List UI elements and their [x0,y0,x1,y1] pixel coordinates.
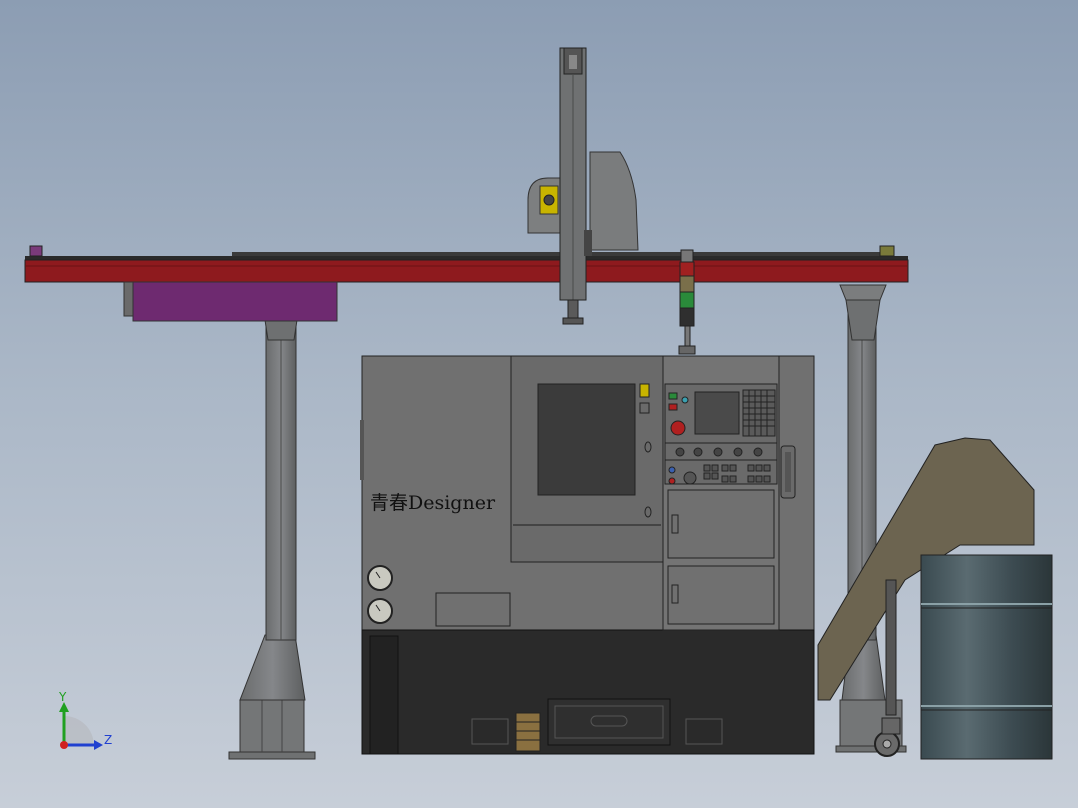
panel-door-upper [667,489,775,559]
door-window [537,383,636,496]
cnc-keypad [742,389,776,437]
purple-cable-box [132,281,338,322]
left-gantry-column [228,284,316,760]
robot-z-axis [527,47,639,325]
panel-door-lower [667,565,775,625]
signal-tower-light [678,249,696,355]
coordinate-triad: Y Z [58,690,112,750]
oil-drum [920,554,1053,760]
y-axis-label: Y [58,690,67,704]
gantry-beam [24,245,909,322]
emergency-stop-icon [670,420,686,436]
cnc-screen [694,391,740,435]
z-axis-label: Z [104,733,112,747]
designer-watermark: 青春Designer [370,492,496,514]
cnc-lathe [360,355,815,755]
cad-scene: 青春Designer Y Z [24,47,1053,760]
